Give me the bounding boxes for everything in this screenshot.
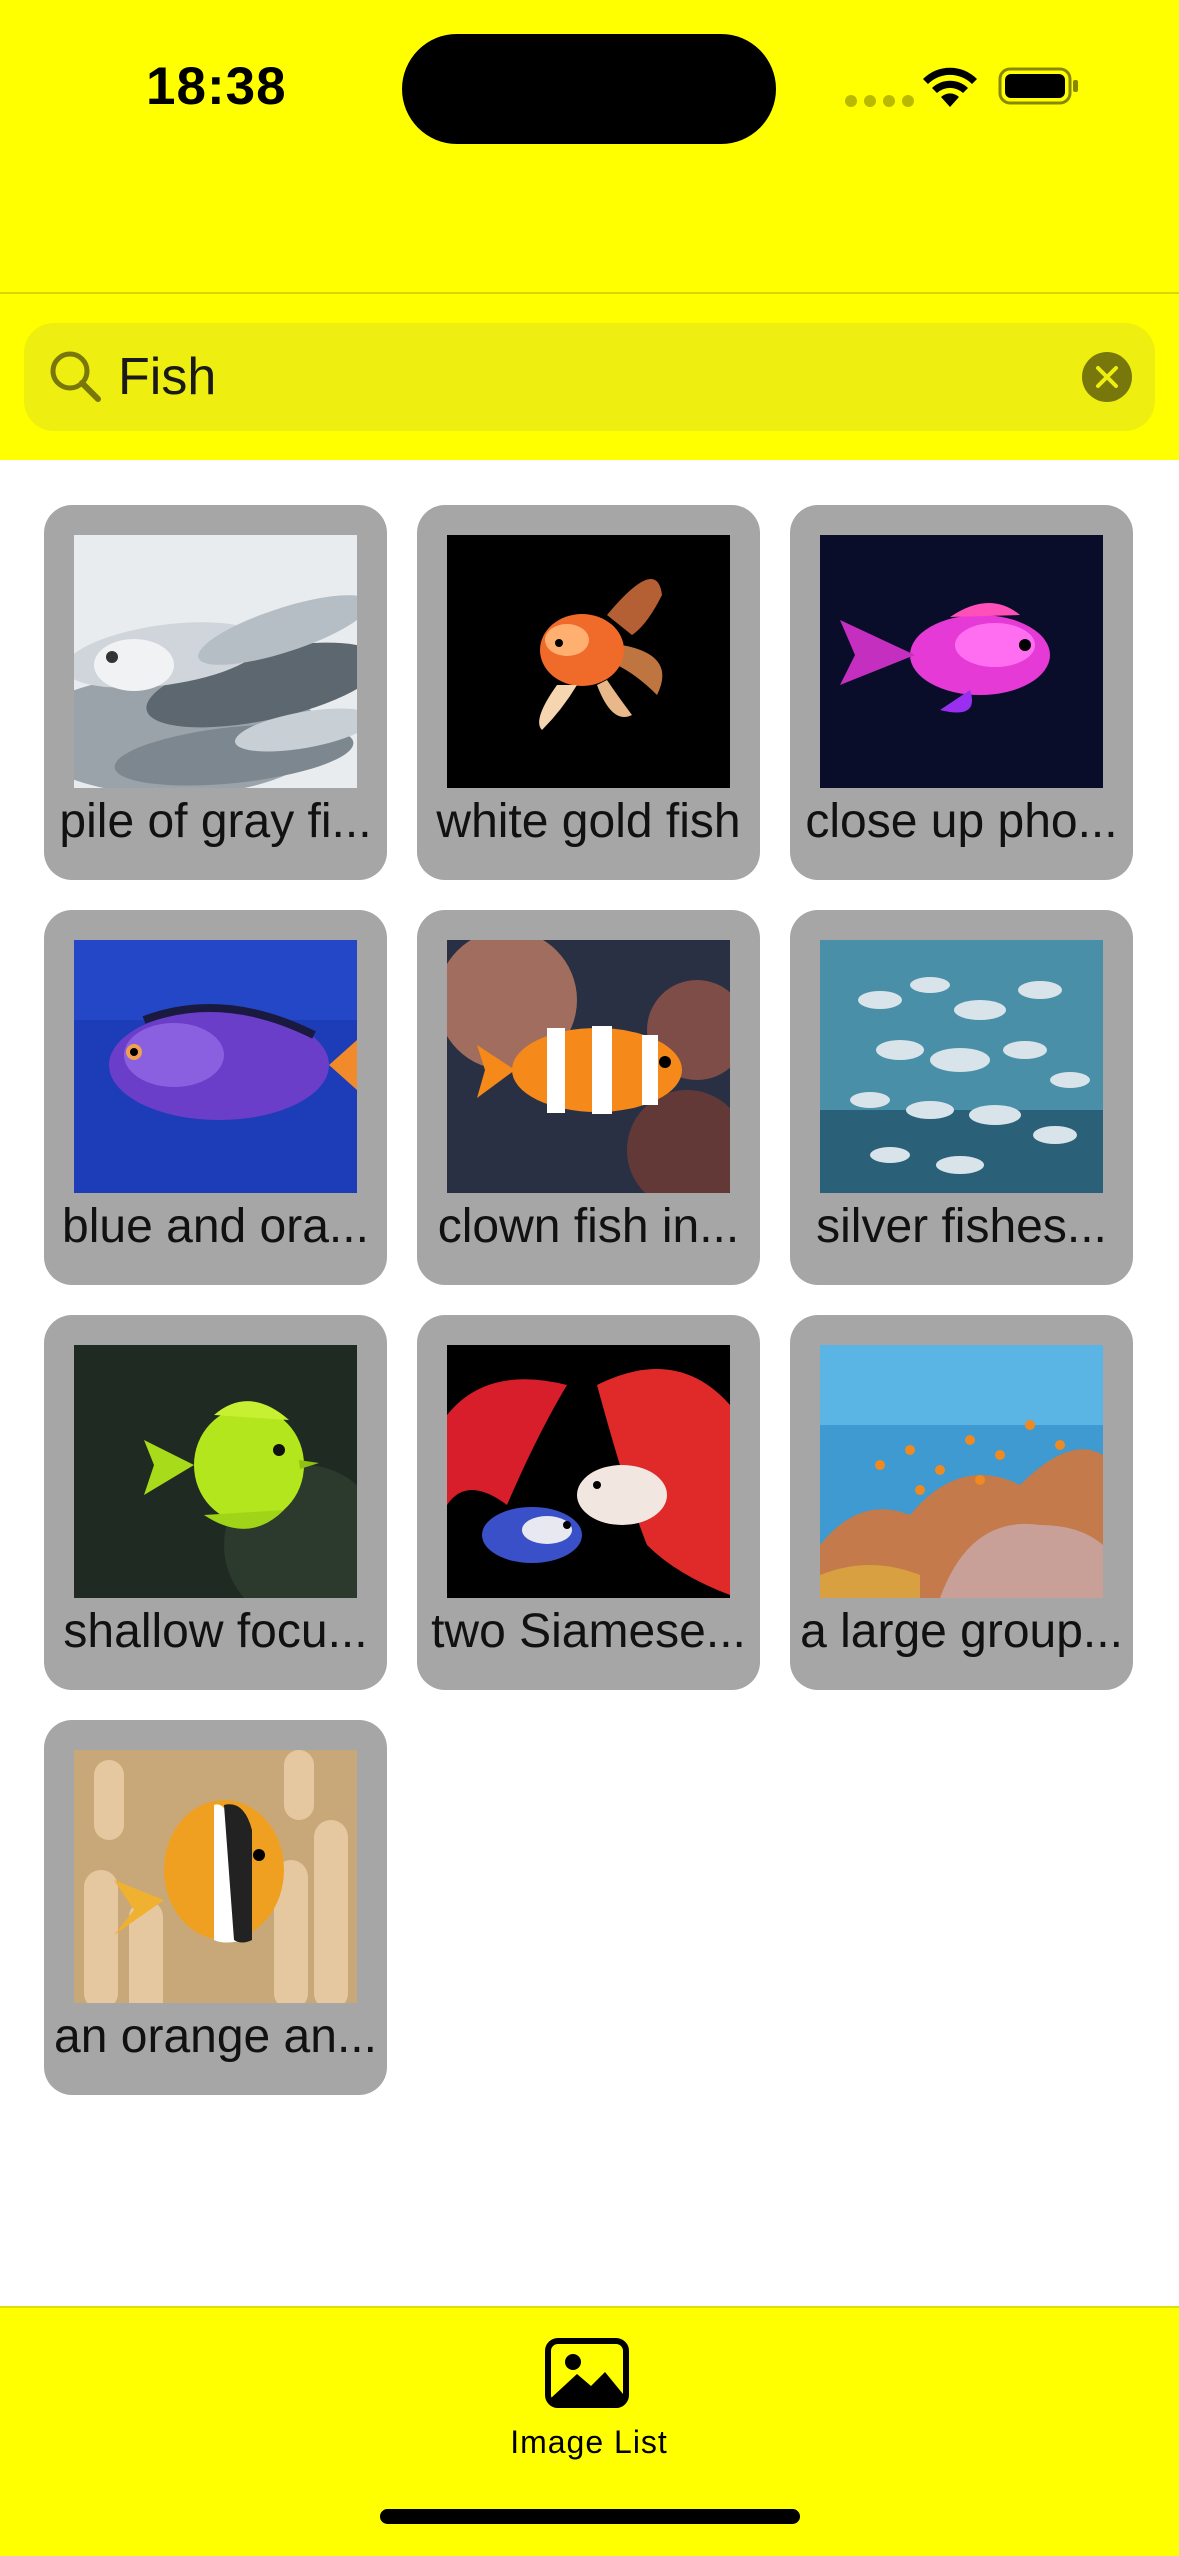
image-caption: close up pho... (805, 795, 1118, 848)
image-caption: silver fishes... (816, 1200, 1107, 1253)
home-indicator[interactable] (380, 2509, 800, 2524)
image-thumbnail-gray-fish-pile (74, 535, 357, 788)
image-caption: white gold fish (436, 795, 741, 848)
image-card[interactable]: silver fishes... (790, 910, 1133, 1285)
image-thumbnail-fish-school (820, 940, 1103, 1193)
header-divider (0, 292, 1179, 294)
image-thumbnail-pink-fish (820, 535, 1103, 788)
image-card[interactable]: white gold fish (417, 505, 760, 880)
image-thumbnail-betta-fish (447, 1345, 730, 1598)
cellular-signal-icon (845, 95, 914, 107)
image-caption: shallow focu... (63, 1605, 368, 1658)
status-time: 18:38 (146, 57, 287, 116)
tab-label: Image List (510, 2424, 668, 2460)
dynamic-island (402, 34, 776, 144)
image-caption: blue and ora... (62, 1200, 369, 1253)
image-thumbnail-anemone-clownfish (74, 1750, 357, 2003)
image-thumbnail-yellow-tang (74, 1345, 357, 1598)
image-thumbnail-goldfish (447, 535, 730, 788)
photo-icon (545, 2338, 629, 2408)
image-caption: an orange an... (54, 2010, 377, 2063)
search-icon (50, 351, 101, 402)
header: 18:38 (0, 0, 1179, 460)
image-card[interactable]: a large group... (790, 1315, 1133, 1690)
image-caption: two Siamese... (431, 1605, 746, 1658)
image-card[interactable]: clown fish in... (417, 910, 760, 1285)
image-card[interactable]: two Siamese... (417, 1315, 760, 1690)
image-thumbnail-coral-reef (820, 1345, 1103, 1598)
image-caption: clown fish in... (437, 1200, 740, 1253)
image-card[interactable]: blue and ora... (44, 910, 387, 1285)
app-screen: 18:38 Fish pile of gray fi... white gold… (0, 0, 1179, 2556)
image-card[interactable]: pile of gray fi... (44, 505, 387, 880)
image-thumbnail-clownfish (447, 940, 730, 1193)
image-card[interactable]: close up pho... (790, 505, 1133, 880)
search-input[interactable] (118, 323, 1018, 431)
search-bar[interactable] (24, 323, 1155, 431)
image-card[interactable]: an orange an... (44, 1720, 387, 2095)
image-card[interactable]: shallow focu... (44, 1315, 387, 1690)
image-thumbnail-blue-tang (74, 940, 357, 1193)
battery-icon (998, 67, 1078, 105)
image-caption: pile of gray fi... (59, 795, 372, 848)
tab-image-list[interactable]: Image List (489, 2328, 689, 2478)
image-caption: a large group... (800, 1605, 1123, 1658)
clear-search-icon[interactable] (1082, 352, 1132, 402)
wifi-icon (923, 67, 977, 107)
